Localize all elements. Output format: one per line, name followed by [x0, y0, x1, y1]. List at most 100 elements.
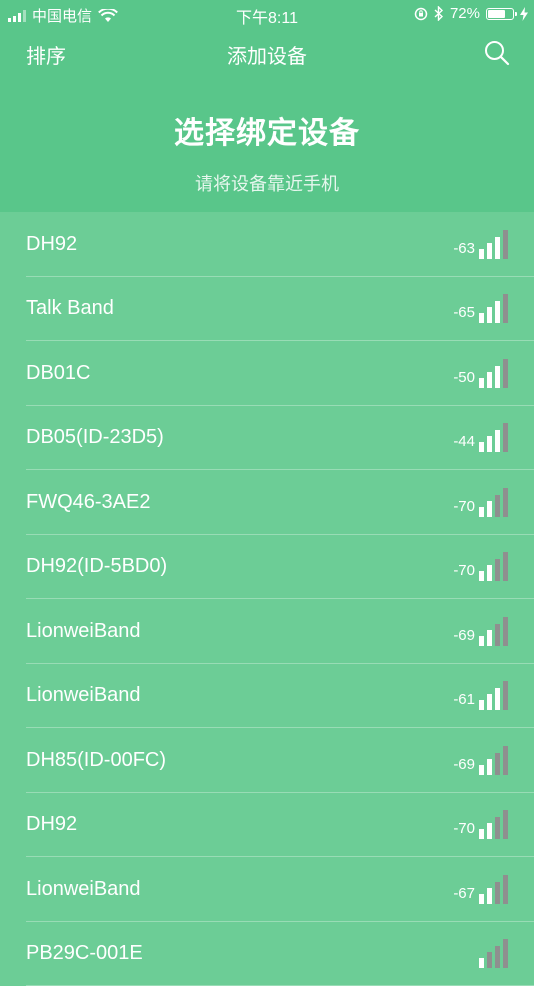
signal-bar: [479, 700, 484, 710]
signal-bar: [479, 378, 484, 388]
device-name: LionweiBand: [26, 878, 141, 901]
signal-bar: [495, 366, 500, 388]
signal-bar: [495, 430, 500, 452]
signal-bar: [495, 237, 500, 259]
device-name: LionweiBand: [26, 684, 141, 707]
signal-bar: [503, 939, 508, 968]
device-row[interactable]: DB05(ID-23D5)-44: [0, 406, 534, 471]
rssi-value: -44: [453, 433, 475, 450]
signal-bar: [503, 488, 508, 517]
signal-bar: [487, 372, 492, 388]
device-row[interactable]: DH85(ID-00FC) -69: [0, 728, 534, 793]
device-name: PB29C-001E: [26, 942, 143, 965]
signal-bar: [487, 243, 492, 259]
rssi-indicator: -70: [453, 810, 508, 839]
signal-bar: [479, 636, 484, 646]
signal-bar: [495, 301, 500, 323]
signal-bar: [487, 823, 492, 839]
rssi-indicator: -50: [453, 359, 508, 388]
device-row[interactable]: PB29C-001E: [0, 922, 534, 986]
signal-strength-icon: [479, 875, 508, 904]
bluetooth-icon: [434, 6, 444, 21]
rssi-indicator: -44: [453, 423, 508, 452]
nav-bar: 排序 添加设备: [0, 28, 534, 80]
signal-strength-icon: [479, 423, 508, 452]
rssi-indicator: -70: [453, 552, 508, 581]
device-row[interactable]: DH92 -63: [0, 212, 534, 277]
rssi-indicator: [475, 939, 508, 968]
signal-bar: [503, 294, 508, 323]
rssi-indicator: -65: [453, 294, 508, 323]
rssi-indicator: -63: [453, 230, 508, 259]
signal-bar: [479, 894, 484, 904]
signal-bar: [479, 958, 484, 968]
signal-bar: [487, 952, 492, 968]
signal-bar: [503, 810, 508, 839]
signal-bar: [495, 559, 500, 581]
signal-bar: [503, 423, 508, 452]
device-name: DH92: [26, 233, 77, 256]
signal-bar: [503, 746, 508, 775]
signal-bar: [495, 882, 500, 904]
rssi-value: -70: [453, 562, 475, 579]
rssi-indicator: -67: [453, 875, 508, 904]
signal-strength-icon: [479, 488, 508, 517]
battery-percent: 72%: [450, 5, 480, 22]
signal-bar: [495, 688, 500, 710]
rssi-value: -65: [453, 304, 475, 321]
signal-strength-icon: [479, 939, 508, 968]
rssi-indicator: -61: [453, 681, 508, 710]
battery-fill: [488, 10, 505, 18]
signal-bar: [503, 681, 508, 710]
signal-bar: [487, 307, 492, 323]
signal-strength-icon: [479, 746, 508, 775]
battery-icon: [486, 8, 514, 20]
signal-bar: [479, 507, 484, 517]
device-name: DH85(ID-00FC): [26, 749, 166, 772]
orientation-lock-icon: [414, 7, 428, 21]
signal-bar: [487, 759, 492, 775]
device-name: FWQ46-3AE2: [26, 491, 150, 514]
signal-bar: [479, 313, 484, 323]
signal-bar: [487, 888, 492, 904]
signal-bar: [503, 552, 508, 581]
signal-bar: [495, 624, 500, 646]
signal-bar: [479, 765, 484, 775]
device-row[interactable]: DH92-70: [0, 793, 534, 858]
rssi-value: -70: [453, 820, 475, 837]
status-bar: 中国电信 下午8:11 72%: [0, 0, 534, 28]
device-name: DH92(ID-5BD0): [26, 555, 167, 578]
hero-title: 选择绑定设备: [0, 108, 534, 152]
signal-bar: [503, 875, 508, 904]
device-row[interactable]: LionweiBand-69: [0, 599, 534, 664]
device-list: DH92 -63 Talk Band -65 DB01C -50 DB05(ID-23D5)…: [0, 212, 534, 986]
device-row[interactable]: LionweiBand -67: [0, 857, 534, 922]
signal-bar: [495, 753, 500, 775]
device-row[interactable]: FWQ46-3AE2 -70: [0, 470, 534, 535]
signal-bar: [487, 694, 492, 710]
rssi-value: -63: [453, 240, 475, 257]
status-right: 72%: [414, 5, 528, 22]
rssi-value: -69: [453, 756, 475, 773]
rssi-indicator: -70: [453, 488, 508, 517]
search-button[interactable]: [484, 40, 510, 66]
charging-icon: [520, 7, 528, 21]
page-title: 添加设备: [0, 40, 534, 69]
signal-strength-icon: [479, 359, 508, 388]
rssi-indicator: -69: [453, 617, 508, 646]
device-name: Talk Band: [26, 297, 114, 320]
device-row[interactable]: DH92(ID-5BD0) -70: [0, 535, 534, 600]
device-row[interactable]: Talk Band -65: [0, 277, 534, 342]
signal-bar: [503, 617, 508, 646]
signal-bar: [495, 817, 500, 839]
signal-bar: [503, 359, 508, 388]
signal-bar: [479, 829, 484, 839]
signal-bar: [479, 442, 484, 452]
signal-bar: [487, 501, 492, 517]
signal-strength-icon: [479, 681, 508, 710]
device-row[interactable]: DB01C -50: [0, 341, 534, 406]
signal-strength-icon: [479, 617, 508, 646]
device-name: DB01C: [26, 362, 90, 385]
device-row[interactable]: LionweiBand -61: [0, 664, 534, 729]
signal-bar: [503, 230, 508, 259]
